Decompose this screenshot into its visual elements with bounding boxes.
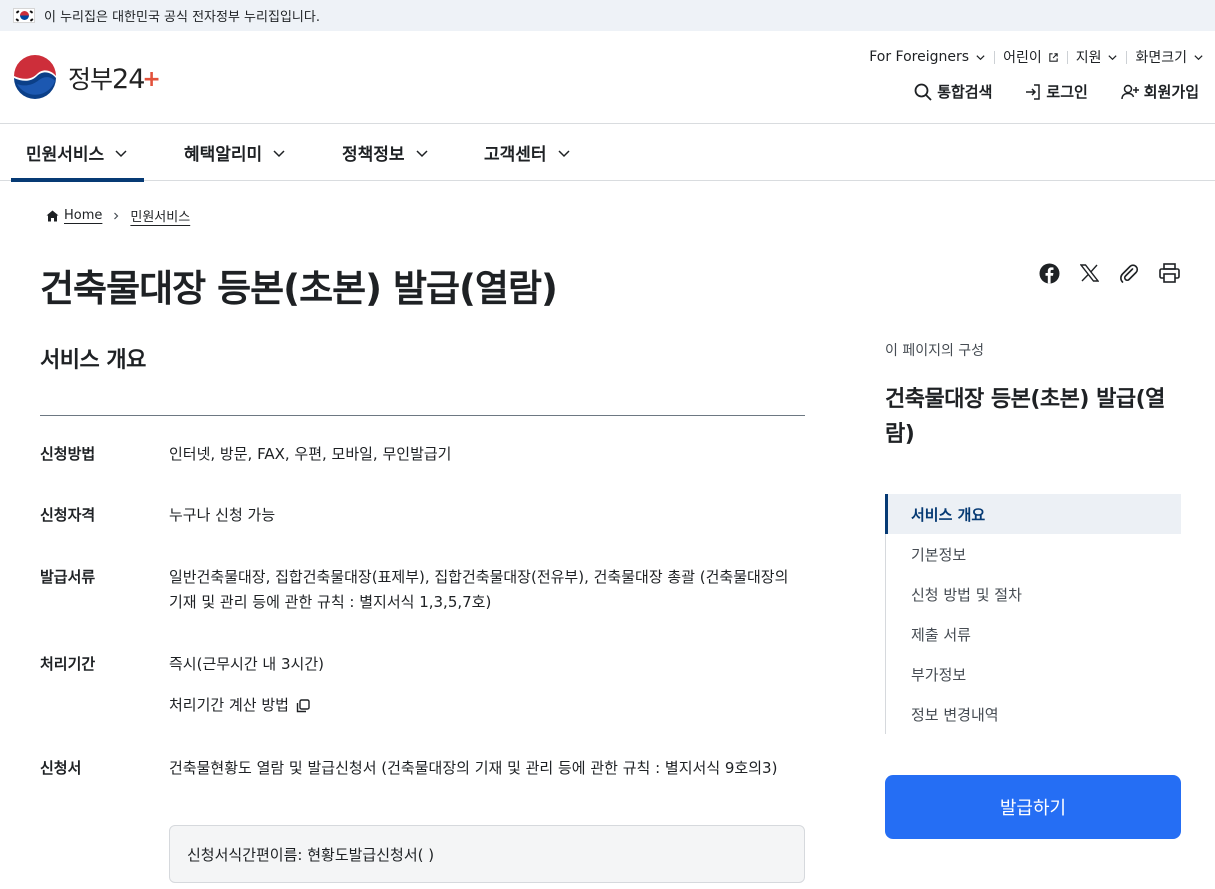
util-label: 화면크기	[1135, 50, 1187, 66]
breadcrumb-current[interactable]: 민원서비스	[130, 206, 190, 225]
signup-button[interactable]: 회원가입	[1120, 81, 1199, 102]
issue-button[interactable]: 발급하기	[885, 775, 1181, 839]
info-value: 인터넷, 방문, FAX, 우편, 모바일, 무인발급기	[169, 445, 452, 463]
site-logo[interactable]: 정부 24 +	[11, 54, 161, 102]
info-row-eligibility: 신청자격 누구나 신청 가능	[40, 503, 805, 528]
info-value: 즉시(근무시간 내 3시간)	[169, 655, 324, 673]
logo-plus: +	[142, 67, 160, 92]
logo-text: 정부	[68, 65, 113, 94]
chevron-down-icon	[1194, 54, 1203, 60]
utility-menu: For Foreigners 어린이 지원 화면크기	[869, 47, 1204, 67]
x-twitter-icon	[1079, 264, 1099, 282]
facebook-share-button[interactable]	[1038, 262, 1060, 284]
print-icon	[1158, 263, 1180, 283]
chevron-right-icon	[114, 212, 119, 219]
info-row-documents: 발급서류 일반건축물대장, 집합건축물대장(표제부), 집합건축물대장(전유부)…	[40, 565, 805, 615]
home-icon	[46, 210, 59, 221]
page-title: 건축물대장 등본(초본) 발급(열람)	[40, 267, 558, 310]
toc-item-procedure[interactable]: 신청 방법 및 절차	[886, 574, 1181, 614]
toc-item-additional-info[interactable]: 부가정보	[886, 654, 1181, 694]
breadcrumb: Home 민원서비스	[46, 206, 190, 225]
util-label: 어린이	[1003, 50, 1042, 66]
info-label: 발급서류	[40, 568, 96, 586]
copy-link-button[interactable]	[1118, 262, 1140, 284]
login-button[interactable]: 로그인	[1024, 81, 1088, 102]
info-value-group: 즉시(근무시간 내 3시간) 처리기간 계산 방법	[169, 652, 805, 718]
util-label: 지원	[1075, 50, 1102, 66]
search-icon	[914, 83, 932, 101]
info-row-form: 신청서 건축물현황도 열람 및 발급신청서 (건축물대장의 기재 및 관리 등에…	[40, 756, 805, 781]
util-for-foreigners[interactable]: For Foreigners	[869, 49, 986, 65]
info-label: 신청서	[40, 759, 82, 777]
util-label: For Foreigners	[869, 49, 970, 65]
util-screen-size[interactable]: 화면크기	[1135, 47, 1204, 67]
form-name-box: 신청서식간편이름: 현황도발급신청서( )	[169, 825, 805, 883]
toc-list: 서비스 개요 기본정보 신청 방법 및 절차 제출 서류 부가정보 정보 변경내…	[885, 494, 1181, 734]
info-label: 신청방법	[40, 445, 96, 463]
signup-label: 회원가입	[1143, 83, 1199, 101]
site-header: 정부24+ For Foreigners 어린이 지원 화면크기 통합검색	[0, 31, 1215, 124]
nav-label: 정책정보	[342, 145, 405, 165]
external-link-icon	[1048, 52, 1058, 62]
government-emblem-icon	[12, 55, 58, 101]
info-value: 일반건축물대장, 집합건축물대장(표제부), 집합건축물대장(전유부), 건축물…	[169, 568, 789, 611]
login-label: 로그인	[1046, 83, 1088, 101]
logo-number: 24	[112, 64, 145, 95]
breadcrumb-home[interactable]: Home	[64, 208, 102, 223]
info-label: 처리기간	[40, 655, 96, 673]
nav-policy-info[interactable]: 정책정보	[342, 124, 429, 181]
user-plus-icon	[1121, 84, 1139, 99]
link-attach-icon	[1120, 264, 1139, 283]
chevron-down-icon	[273, 149, 285, 157]
main-nav: 민원서비스 혜택알리미 정책정보 고객센터	[0, 124, 1215, 182]
korea-flag-icon	[13, 8, 35, 23]
toc-title: 건축물대장 등본(초본) 발급(열람)	[885, 387, 1165, 447]
nav-label: 민원서비스	[26, 145, 105, 165]
section-divider	[40, 415, 805, 416]
period-calc-label: 처리기간 계산 방법	[169, 696, 289, 714]
toc-item-change-history[interactable]: 정보 변경내역	[886, 694, 1181, 734]
nav-customer-center[interactable]: 고객센터	[484, 124, 571, 181]
info-row-period: 처리기간 즉시(근무시간 내 3시간) 처리기간 계산 방법	[40, 652, 805, 718]
popup-window-icon	[296, 698, 310, 712]
toc-item-documents[interactable]: 제출 서류	[886, 614, 1181, 654]
nav-benefit-alerts[interactable]: 혜택알리미	[184, 124, 286, 181]
gov-official-banner: 이 누리집은 대한민국 공식 전자정부 누리집입니다.	[0, 0, 1215, 31]
login-icon	[1026, 83, 1041, 100]
section-title: 서비스 개요	[40, 348, 146, 373]
share-toolbar	[1020, 262, 1180, 284]
nav-label: 혜택알리미	[184, 145, 263, 165]
period-calc-link[interactable]: 처리기간 계산 방법	[169, 693, 805, 718]
toc-caption: 이 페이지의 구성	[885, 343, 985, 359]
nav-civil-services[interactable]: 민원서비스	[10, 124, 145, 182]
toc-item-basic-info[interactable]: 기본정보	[886, 534, 1181, 574]
integrated-search-button[interactable]: 통합검색	[913, 81, 992, 102]
chevron-down-icon	[1108, 54, 1118, 60]
info-value: 건축물현황도 열람 및 발급신청서 (건축물대장의 기재 및 관리 등에 관한 …	[169, 759, 778, 777]
search-label: 통합검색	[937, 83, 993, 101]
nav-label: 고객센터	[484, 145, 547, 165]
gov-banner-text: 이 누리집은 대한민국 공식 전자정부 누리집입니다.	[44, 10, 320, 25]
header-actions: 통합검색 로그인 회원가입	[881, 81, 1199, 102]
facebook-icon	[1039, 263, 1059, 283]
util-kids[interactable]: 어린이	[1003, 47, 1059, 67]
chevron-down-icon	[115, 149, 127, 157]
chevron-down-icon	[558, 149, 570, 157]
chevron-down-icon	[976, 54, 985, 60]
info-label: 신청자격	[40, 506, 96, 524]
info-value: 누구나 신청 가능	[169, 506, 276, 524]
util-support[interactable]: 지원	[1076, 47, 1119, 67]
info-row-method: 신청방법 인터넷, 방문, FAX, 우편, 모바일, 무인발급기	[40, 442, 805, 467]
x-share-button[interactable]	[1078, 262, 1100, 284]
logo-wordmark: 정부 24 +	[68, 60, 161, 96]
toc-item-overview[interactable]: 서비스 개요	[885, 494, 1181, 534]
print-button[interactable]	[1158, 262, 1180, 284]
chevron-down-icon	[416, 149, 428, 157]
